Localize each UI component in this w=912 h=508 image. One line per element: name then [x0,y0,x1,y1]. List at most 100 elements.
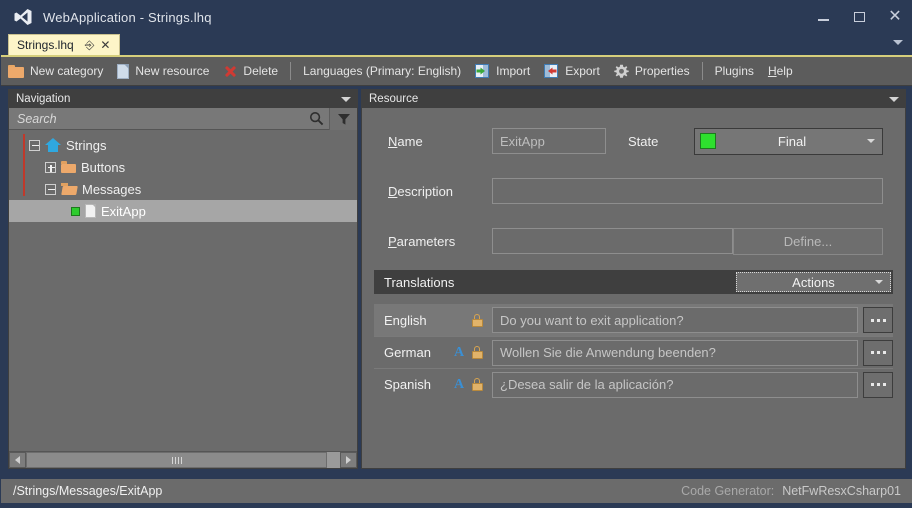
navigation-panel-header[interactable]: Navigation [9,90,357,108]
translation-input-spanish[interactable] [492,371,858,398]
toolbar-separator [290,62,292,80]
application-window: WebApplication - Strings.lhq ✕ Strings.l… [0,0,912,508]
tree-item-label: Messages [82,181,142,197]
search-icon[interactable] [303,108,329,130]
chevron-down-icon [867,139,875,143]
scrollbar-track[interactable] [26,452,340,468]
search-input[interactable] [9,107,303,130]
help-label: Help [767,64,793,78]
tree-item-messages[interactable]: Messages [9,178,357,200]
chevron-down-icon[interactable] [341,96,351,102]
export-button[interactable]: Export [537,58,607,85]
document-icon [85,204,96,218]
translations-header: Translations Actions [374,270,893,294]
translation-row-english[interactable]: English [374,304,893,336]
tree-item-label: Strings [66,137,107,153]
define-button[interactable]: Define... [733,227,883,255]
new-resource-button[interactable]: New resource [110,58,216,85]
lock-icon[interactable] [468,346,486,359]
title-bar: WebApplication - Strings.lhq ✕ [1,1,912,33]
translation-row-german[interactable]: German A [374,336,893,368]
expander-minus-icon[interactable] [45,183,56,195]
toolbar-separator-2 [701,62,703,80]
status-right: Code Generator: NetFwResxCsharp01 [681,484,901,498]
code-generator-label: Code Generator: [681,484,775,498]
tree-item-strings[interactable]: Strings [9,134,357,156]
properties-label: Properties [634,64,690,78]
tab-label: Strings.lhq [17,38,74,52]
auto-translate-icon[interactable]: A [450,377,468,392]
auto-translate-icon[interactable]: A [450,345,468,360]
translation-input-german[interactable] [492,339,858,366]
name-field[interactable] [492,128,606,154]
arrow-left-icon[interactable] [9,452,26,468]
description-row: Description [362,176,905,206]
resource-panel: Resource Name State Final Description [361,89,906,469]
state-label: State [628,133,659,149]
description-field[interactable] [492,178,883,204]
pin-icon[interactable]: ⎆ [85,39,95,51]
help-button[interactable]: Help [761,58,800,85]
lock-icon[interactable] [468,378,486,391]
import-icon [475,64,490,78]
resource-body: Name State Final Description Parameters [362,108,905,468]
tree-item-buttons[interactable]: Buttons [9,156,357,178]
grip-icon [171,456,182,464]
ellipsis-icon[interactable] [863,307,893,333]
language-label: German [384,345,431,360]
ellipsis-icon[interactable] [863,339,893,366]
name-row: Name State Final [362,126,905,156]
maximize-button[interactable] [841,2,877,32]
window-controls: ✕ [805,1,912,33]
plugins-button[interactable]: Plugins [708,58,761,85]
lock-icon[interactable] [468,313,486,327]
import-button[interactable]: Import [468,58,537,85]
tree-item-exitapp[interactable]: ExitApp [9,200,357,222]
expander-plus-icon[interactable] [45,161,56,173]
navigation-horizontal-scrollbar[interactable] [9,451,357,468]
ellipsis-icon[interactable] [863,371,893,398]
tab-strings-lhq[interactable]: Strings.lhq ⎆ ✕ [8,34,121,55]
languages-button[interactable]: Languages (Primary: English) [296,58,468,85]
arrow-right-icon[interactable] [340,452,357,468]
minimize-button[interactable] [805,2,841,32]
new-category-button[interactable]: New category [1,58,110,85]
tab-strip: Strings.lhq ⎆ ✕ [1,33,912,56]
export-icon [544,64,559,78]
navigation-title: Navigation [16,93,71,105]
export-label: Export [565,64,600,78]
expander-minus-icon[interactable] [29,139,40,151]
visual-studio-logo-icon [14,9,32,25]
tree-item-label: ExitApp [101,203,146,219]
delete-label: Delete [243,64,279,78]
navigation-tree[interactable]: Strings Buttons Messages ExitApp [9,130,357,451]
close-icon[interactable]: ✕ [100,39,110,51]
state-dropdown[interactable]: Final [694,127,883,155]
folder-icon [61,161,76,173]
name-label: Name [388,133,423,149]
translation-input-english[interactable] [492,307,858,333]
resource-title: Resource [369,93,419,105]
close-button[interactable]: ✕ [877,2,912,32]
delete-button[interactable]: Delete [216,58,285,85]
translations-title: Translations [384,274,455,290]
translation-row-spanish[interactable]: Spanish A [374,368,893,400]
main-toolbar: New category New resource Delete Languag… [1,57,912,86]
chevron-down-icon[interactable] [893,40,903,45]
scrollbar-thumb[interactable] [26,452,328,468]
description-label: Description [388,183,454,199]
properties-button[interactable]: Properties [607,58,697,85]
filter-icon[interactable] [329,107,357,130]
state-value: Final [777,133,807,149]
language-label: Spanish [384,377,431,392]
parameters-field[interactable] [492,228,733,254]
maximize-icon [853,12,865,22]
gear-icon [614,64,629,79]
document-icon [117,63,130,79]
folder-icon [8,64,24,78]
actions-dropdown[interactable]: Actions [736,272,891,292]
chevron-down-icon[interactable] [889,96,899,102]
resource-panel-header[interactable]: Resource [362,90,905,108]
languages-label: Languages (Primary: English) [303,64,462,78]
plugins-label: Plugins [714,64,754,78]
